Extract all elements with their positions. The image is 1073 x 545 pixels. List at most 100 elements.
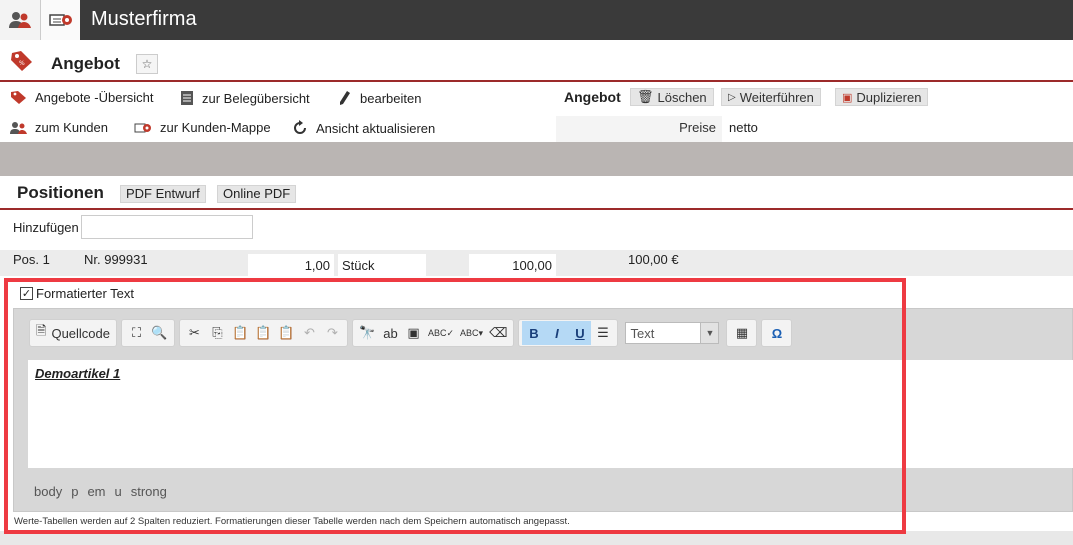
divider-band <box>0 142 1073 176</box>
preview-icon[interactable]: 🔍 <box>148 321 171 345</box>
customer-folder-label: zur Kunden-Mappe <box>160 120 271 135</box>
add-label: Hinzufügen <box>13 220 79 235</box>
duplicate-label: Duplizieren <box>856 89 922 105</box>
eraser-icon[interactable]: ⌫ <box>486 321 510 345</box>
spellcheck-menu-icon[interactable]: ABC▾ <box>457 321 486 345</box>
document-icon <box>181 91 193 105</box>
action-panel-title: Angebot <box>564 89 621 105</box>
price-row: Preise netto <box>556 116 1073 142</box>
element-path: body p em u strong <box>34 484 167 499</box>
editor-content-area[interactable]: Demoartikel 1 <box>28 360 1073 468</box>
unit-field[interactable]: Stück <box>338 254 426 276</box>
documents-overview-link[interactable]: zur Belegübersicht <box>180 90 310 106</box>
page-header: % Angebot ☆ <box>0 44 1073 82</box>
continue-button[interactable]: ▷ Weiterführen <box>721 88 821 106</box>
path-em[interactable]: em <box>87 484 105 499</box>
to-customer-link[interactable]: zum Kunden <box>10 120 108 135</box>
delete-label: Löschen <box>657 89 707 105</box>
path-p[interactable]: p <box>71 484 78 499</box>
style-group: Text ▼ <box>622 319 722 347</box>
footnote-text: Werte-Tabellen werden auf 2 Spalten redu… <box>14 516 570 527</box>
pdf-draft-button[interactable]: PDF Entwurf <box>120 185 206 203</box>
checkbox-checked-icon: ✓ <box>20 287 33 300</box>
editor-content-text: Demoartikel 1 <box>35 366 121 381</box>
action-panel: Angebot 🗑 Löschen ▷ Weiterführen ▣ Duplizie… <box>556 84 1073 142</box>
underline-button[interactable]: U <box>568 321 592 345</box>
quantity-field[interactable]: 1,00 <box>248 254 334 276</box>
trash-icon: 🗑 <box>637 89 654 104</box>
delete-button[interactable]: 🗑 Löschen <box>630 88 714 106</box>
star-icon: ☆ <box>141 57 153 71</box>
table-row: Pos. 1 Nr. 999931 1,00 Stück 100,00 100,… <box>0 250 1073 276</box>
app-title: Musterfirma <box>91 8 197 30</box>
to-customer-label: zum Kunden <box>35 120 108 135</box>
positions-title: Positionen <box>17 183 104 202</box>
duplicate-icon: ▣ <box>842 91 853 104</box>
special-char-group: Ω <box>761 319 793 347</box>
page-title: Angebot <box>51 54 120 73</box>
refresh-icon <box>294 120 306 134</box>
edit-link[interactable]: bearbeiten <box>338 90 421 106</box>
format-select-value: Text <box>630 325 655 341</box>
spellcheck-icon[interactable]: ABC✓ <box>425 321 457 345</box>
top-bar: Musterfirma <box>0 0 1073 40</box>
favorite-star-button[interactable]: ☆ <box>136 54 158 74</box>
replace-icon[interactable]: ab <box>379 321 402 345</box>
refresh-view-link[interactable]: Ansicht aktualisieren <box>292 120 435 136</box>
play-icon: ▷ <box>728 91 736 103</box>
offers-overview-link[interactable]: Angebote -Übersicht <box>10 90 154 105</box>
find-group: 🔭 ab ▣ ABC✓ ABC▾ ⌫ <box>352 319 515 347</box>
source-label: Quellcode <box>51 325 110 341</box>
offers-overview-label: Angebote -Übersicht <box>35 90 154 105</box>
chevron-down-icon: ▼ <box>700 323 719 343</box>
source-group: 🗎 Quellcode <box>29 319 117 347</box>
bold-button[interactable]: B <box>522 321 546 345</box>
path-body[interactable]: body <box>34 484 62 499</box>
redo-icon[interactable]: ↷ <box>321 321 344 345</box>
editor-toolbar: 🗎 Quellcode ⛶ 🔍 ✂ ⎘ 📋 📋 📋 ↶ ↷ 🔭 ab ▣ ABC✓… <box>29 316 796 350</box>
price-tag-icon <box>11 91 26 104</box>
article-number: Nr. 999931 <box>84 252 148 267</box>
maximize-icon[interactable]: ⛶ <box>125 321 148 345</box>
edit-label: bearbeiten <box>360 90 422 106</box>
format-select[interactable]: Text ▼ <box>625 322 720 344</box>
svg-text:%: % <box>19 60 25 67</box>
contacts-icon <box>10 121 27 134</box>
formatted-text-checkbox[interactable]: ✓ Formatierter Text <box>20 286 134 301</box>
contacts-icon[interactable] <box>0 0 40 40</box>
documents-overview-label: zur Belegübersicht <box>202 90 310 106</box>
price-field[interactable]: 100,00 <box>469 254 556 276</box>
italic-button[interactable]: I <box>545 321 569 345</box>
select-all-icon[interactable]: ▣ <box>402 321 425 345</box>
path-u[interactable]: u <box>115 484 122 499</box>
bulleted-list-icon[interactable]: ☰ <box>591 321 614 345</box>
path-strong[interactable]: strong <box>131 484 167 499</box>
undo-icon[interactable]: ↶ <box>298 321 321 345</box>
pencil-icon <box>340 91 350 105</box>
copy-icon[interactable]: ⎘ <box>206 321 229 345</box>
customer-folder-link[interactable]: zur Kunden-Mappe <box>134 120 271 135</box>
find-icon[interactable]: 🔭 <box>356 321 379 345</box>
online-pdf-button[interactable]: Online PDF <box>217 185 297 203</box>
continue-label: Weiterführen <box>739 89 814 105</box>
paste-word-icon[interactable]: 📋 <box>275 321 298 345</box>
paste-icon[interactable]: 📋 <box>229 321 252 345</box>
duplicate-button[interactable]: ▣ Duplizieren <box>835 88 929 106</box>
table-icon[interactable]: ▦ <box>730 321 753 345</box>
position-number: Pos. 1 <box>13 252 50 267</box>
total-value: 100,00 € <box>628 252 679 267</box>
document-icon: 🗎 <box>36 323 47 338</box>
formatted-text-label: Formatierter Text <box>36 286 135 301</box>
price-label: Preise <box>679 120 716 135</box>
customer-folder-icon[interactable] <box>40 0 80 40</box>
positions-header: Positionen PDF Entwurf Online PDF <box>0 180 1073 210</box>
clipboard-group: ✂ ⎘ 📋 📋 📋 ↶ ↷ <box>179 319 348 347</box>
format-group: B I U ☰ <box>518 319 619 347</box>
customer-folder-icon <box>134 123 151 132</box>
add-position-input[interactable] <box>81 215 253 239</box>
price-tag-icon: % <box>10 50 34 75</box>
cut-icon[interactable]: ✂ <box>183 321 206 345</box>
source-button[interactable]: 🗎 Quellcode <box>33 321 113 345</box>
omega-icon[interactable]: Ω <box>765 321 788 345</box>
paste-text-icon[interactable]: 📋 <box>252 321 275 345</box>
